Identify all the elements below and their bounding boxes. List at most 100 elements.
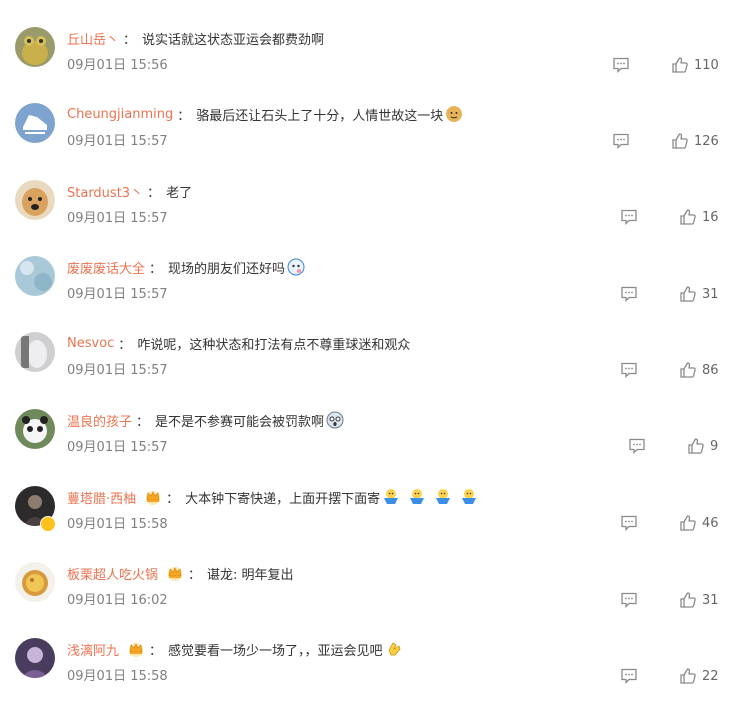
comment-line: 废废废话大全： 现场的朋友们还好吗 — [67, 257, 305, 277]
doge-emoji-icon — [445, 105, 463, 123]
thumbs-up-icon — [679, 285, 697, 303]
avatar[interactable] — [15, 103, 55, 143]
avatar[interactable] — [15, 27, 55, 67]
like-button[interactable]: 31 — [679, 285, 719, 303]
crown-badge-icon — [166, 564, 184, 582]
username-link[interactable]: 温良的孩子 — [67, 411, 132, 430]
reply-icon[interactable] — [620, 209, 638, 225]
comment-line: 温良的孩子： 是不是不参赛可能会被罚款啊 — [67, 410, 344, 430]
comment-timestamp: 09月01日 15:58 — [67, 517, 168, 532]
thumbs-up-icon — [679, 208, 697, 226]
comment-item: 板栗超人吃火锅 ： 谌龙: 明年复出 09月01日 16:02 31 — [0, 562, 741, 638]
like-count: 16 — [702, 209, 719, 225]
avatar[interactable] — [15, 256, 55, 296]
like-button[interactable]: 126 — [671, 132, 719, 150]
separator: ： — [123, 32, 137, 48]
separator: ： — [149, 643, 163, 659]
comment-item: Stardust3丶： 老了 09月01日 15:57 16 — [0, 180, 741, 256]
avatar[interactable] — [15, 638, 55, 678]
bowl-emoji-icon — [408, 488, 426, 506]
reply-icon[interactable] — [620, 286, 638, 302]
comment-text: 骆最后还让石头上了十分，人情世故这一块 — [196, 108, 444, 124]
username-link[interactable]: Cheungjianming — [67, 107, 173, 122]
comment-line: 浅漓阿九 ： 感觉要看一场少一场了，，亚运会见吧 — [67, 639, 403, 659]
comment-item: 温良的孩子： 是不是不参赛可能会被罚款啊 09月01日 15:57 9 — [0, 409, 741, 485]
separator: ： — [188, 567, 202, 583]
comment-timestamp: 09月01日 15:57 — [67, 440, 168, 455]
separator: ： — [166, 491, 180, 507]
avatar[interactable] — [15, 332, 55, 372]
username-link[interactable]: Stardust3丶 — [67, 182, 143, 201]
comment-item: Cheungjianming ： 骆最后还让石头上了十分，人情世故这一块 09月01日… — [0, 103, 741, 179]
thumbs-up-icon — [687, 437, 705, 455]
clap-emoji-icon — [385, 640, 403, 658]
thumbs-up-icon — [679, 591, 697, 609]
avatar[interactable] — [15, 180, 55, 220]
comment-line: 板栗超人吃火锅 ： 谌龙: 明年复出 — [67, 563, 294, 583]
comment-item: 废废废话大全： 现场的朋友们还好吗 09月01日 15:57 31 — [0, 256, 741, 332]
reply-icon[interactable] — [620, 668, 638, 684]
comment-timestamp: 09月01日 16:02 — [67, 593, 168, 608]
comment-item: Nesvoc ： 咋说呢，这种状态和打法有点不尊重球迷和观众 09月01日 15:57… — [0, 332, 741, 408]
username-link[interactable]: 丘山岳丶 — [67, 29, 119, 48]
like-button[interactable]: 9 — [687, 437, 718, 455]
comment-timestamp: 09月01日 15:56 — [67, 58, 168, 73]
bowl-emoji-icon — [460, 488, 478, 506]
like-count: 31 — [702, 286, 719, 302]
comment-timestamp: 09月01日 15:57 — [67, 211, 168, 226]
crown-badge-icon — [127, 640, 145, 658]
username-link[interactable]: 浅漓阿九 — [67, 640, 119, 659]
like-button[interactable]: 31 — [679, 591, 719, 609]
comment-timestamp: 09月01日 15:58 — [67, 669, 168, 684]
comment-text: 谌龙: 明年复出 — [207, 567, 294, 583]
comment-text: 大本钟下寄快递，上面开摆下面寄 — [185, 491, 381, 507]
bowl-emoji-icon — [434, 488, 452, 506]
like-button[interactable]: 16 — [679, 208, 719, 226]
like-count: 110 — [694, 57, 719, 73]
like-button[interactable]: 86 — [679, 361, 719, 379]
username-link[interactable]: 废废废话大全 — [67, 258, 145, 277]
reply-icon[interactable] — [620, 362, 638, 378]
comment-timestamp: 09月01日 15:57 — [67, 363, 168, 378]
comment-line: Cheungjianming ： 骆最后还让石头上了十分，人情世故这一块 — [67, 104, 463, 124]
comment-text: 是不是不参赛可能会被罚款啊 — [155, 414, 325, 430]
avatar[interactable] — [15, 562, 55, 602]
bowl-emoji-icon — [382, 488, 400, 506]
comment-text: 感觉要看一场少一场了，，亚运会见吧 — [168, 643, 383, 659]
separator: ： — [177, 108, 191, 124]
like-count: 31 — [702, 592, 719, 608]
comment-text: 说实话就这状态亚运会都费劲啊 — [142, 32, 325, 48]
reply-icon[interactable] — [628, 438, 646, 454]
like-count: 86 — [702, 362, 719, 378]
comment-text: 现场的朋友们还好吗 — [168, 261, 286, 277]
verified-badge-icon — [40, 516, 56, 532]
username-link[interactable]: 蘴塔腊·西柚 — [67, 488, 136, 507]
like-count: 22 — [702, 668, 719, 684]
username-link[interactable]: 板栗超人吃火锅 — [67, 564, 158, 583]
crown-badge-icon — [144, 488, 162, 506]
separator: ： — [136, 414, 150, 430]
separator: ： — [149, 261, 163, 277]
comment-item: 丘山岳丶： 说实话就这状态亚运会都费劲啊 09月01日 15:56 110 — [0, 27, 741, 103]
like-button[interactable]: 46 — [679, 514, 719, 532]
like-button[interactable]: 110 — [671, 56, 719, 74]
reply-icon[interactable] — [612, 133, 630, 149]
thumbs-up-icon — [679, 667, 697, 685]
reply-icon[interactable] — [612, 57, 630, 73]
avatar[interactable] — [15, 409, 55, 449]
reply-icon[interactable] — [620, 592, 638, 608]
comment-text: 咋说呢，这种状态和打法有点不尊重球迷和观众 — [137, 337, 411, 353]
thumbs-up-icon — [679, 514, 697, 532]
separator: ： — [118, 337, 132, 353]
thumbs-up-icon — [679, 361, 697, 379]
like-count: 9 — [710, 438, 719, 454]
comment-line: Nesvoc ： 咋说呢，这种状态和打法有点不尊重球迷和观众 — [67, 333, 410, 353]
comment-timestamp: 09月01日 15:57 — [67, 287, 168, 302]
comment-timestamp: 09月01日 15:57 — [67, 134, 168, 149]
comment-text: 老了 — [166, 185, 193, 201]
username-link[interactable]: Nesvoc — [67, 336, 114, 351]
like-button[interactable]: 22 — [679, 667, 719, 685]
face-emoji-icon — [287, 258, 305, 276]
reply-icon[interactable] — [620, 515, 638, 531]
like-count: 126 — [694, 133, 719, 149]
